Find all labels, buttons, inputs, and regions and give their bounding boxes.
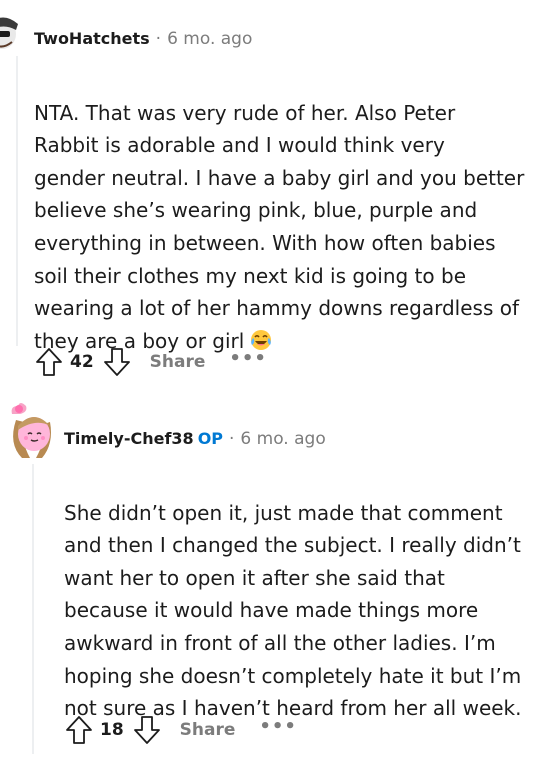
thread-line[interactable] [32, 464, 34, 754]
comment-body: NTA. That was very rude of her. Also Pet… [34, 64, 544, 357]
comment-text: NTA. That was very rude of her. Also Pet… [34, 100, 525, 353]
downvote-icon[interactable] [102, 346, 132, 378]
timestamp[interactable]: 6 mo. ago [240, 429, 325, 449]
avatar[interactable] [0, 4, 22, 52]
comment-meta: TwoHatchets · 6 mo. ago [34, 27, 252, 51]
thread-line[interactable] [16, 56, 18, 346]
comment-text: She didn’t open it, just made that comme… [64, 500, 522, 721]
username[interactable]: TwoHatchets [34, 29, 150, 48]
share-button[interactable]: Share [150, 352, 206, 372]
comment-meta: Timely-Chef38 OP · 6 mo. ago [64, 427, 326, 451]
op-badge: OP [197, 429, 224, 448]
more-options-button[interactable]: ••• [229, 348, 267, 369]
snoo-avatar-icon [11, 403, 51, 458]
more-options-button[interactable]: ••• [259, 716, 297, 737]
comment-actions: 42 Share ••• [34, 345, 267, 379]
username[interactable]: Timely-Chef38 [64, 429, 194, 448]
comment-body: She didn’t open it, just made that comme… [64, 464, 544, 725]
vote-score: 42 [70, 352, 94, 372]
snoo-avatar-icon [0, 17, 18, 49]
share-button[interactable]: Share [180, 720, 236, 740]
downvote-icon[interactable] [132, 714, 162, 746]
meta-separator: · [155, 29, 162, 49]
vote-score: 18 [100, 720, 124, 740]
meta-separator: · [229, 429, 235, 449]
comment-actions: 18 Share ••• [64, 713, 297, 747]
timestamp[interactable]: 6 mo. ago [167, 29, 252, 49]
avatar[interactable] [6, 400, 56, 462]
upvote-icon[interactable] [34, 346, 64, 378]
upvote-icon[interactable] [64, 714, 94, 746]
